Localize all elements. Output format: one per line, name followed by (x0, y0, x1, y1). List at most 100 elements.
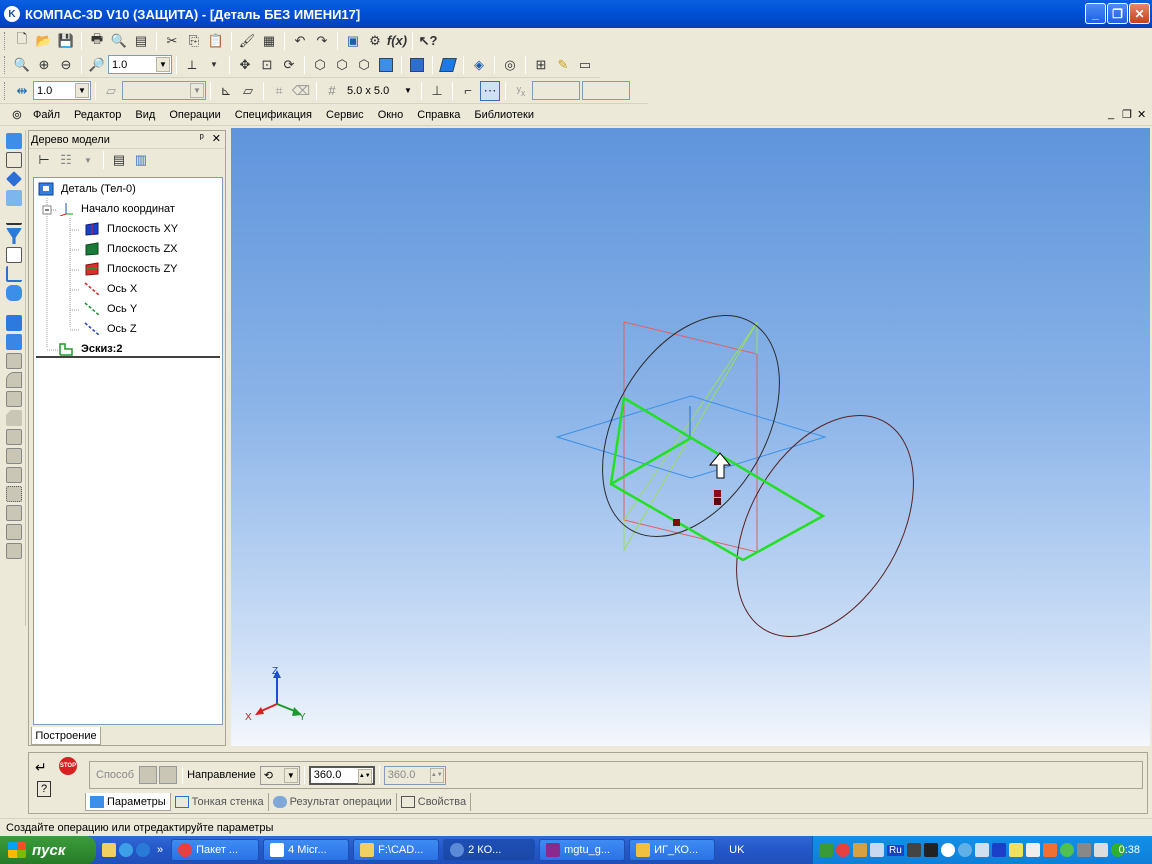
library-icon[interactable]: ⚙ (365, 31, 385, 51)
variables-fx-icon[interactable]: f(x) (387, 31, 407, 51)
menu-service[interactable]: Сервис (326, 109, 364, 121)
rotate-icon[interactable]: ⟳ (279, 55, 299, 75)
taskbar-button-6[interactable]: ИГ_КО... (629, 839, 716, 861)
filter-icon[interactable] (6, 228, 22, 244)
perspective-icon[interactable] (438, 55, 458, 75)
taskbar-button-3[interactable]: F:\CAD... (353, 839, 440, 861)
fillet-icon[interactable] (6, 372, 22, 388)
document-manager-icon[interactable]: ▤ (131, 31, 151, 51)
thin-hidden-lines-icon[interactable]: ⬡ (354, 55, 374, 75)
step-combo[interactable]: 1.0 ▼ (33, 81, 91, 100)
chamfer-icon[interactable] (6, 410, 22, 426)
tab-properties[interactable]: Свойства (397, 793, 472, 811)
cut-extrude-icon[interactable] (6, 353, 22, 369)
direction-combo[interactable]: ⟲ ▼ (259, 765, 300, 785)
tree-node-part[interactable]: Деталь (Тел-0) (38, 180, 136, 198)
hidden-lines-icon[interactable]: ⬡ (332, 55, 352, 75)
chevron-down-icon[interactable]: ▼ (156, 57, 170, 72)
specification-icon[interactable] (6, 247, 22, 263)
tab-operation-result[interactable]: Результат операции (269, 793, 397, 811)
zoom-in-icon[interactable]: ⊕ (34, 55, 54, 75)
rib-icon[interactable] (6, 448, 22, 464)
tree-node-plane-zx[interactable]: Плоскость ZX (84, 240, 178, 258)
plane-icon[interactable]: ▱ (238, 81, 258, 101)
mirror-icon[interactable] (6, 505, 22, 521)
tree-node-sketch[interactable]: Эскиз:2 (58, 340, 122, 358)
format-brush-icon[interactable]: 🖌 (237, 31, 257, 51)
chevron-down-icon[interactable]: ▼ (283, 767, 298, 783)
start-button[interactable]: пуск (0, 836, 96, 864)
edit-details-icon[interactable] (6, 133, 22, 149)
show-all-icon[interactable]: ⊡ (257, 55, 277, 75)
line-style-icon[interactable]: ⌐ (458, 81, 478, 101)
doc-minimize-button[interactable]: _ (1108, 108, 1114, 120)
spline-icon[interactable] (6, 152, 22, 168)
local-cs-icon[interactable]: ⊾ (216, 81, 236, 101)
dropdown-arrow-icon[interactable]: ▼ (204, 55, 224, 75)
measure-icon[interactable] (6, 266, 22, 282)
tray-app-icon[interactable] (853, 843, 867, 857)
doc-restore-button[interactable]: ❐ (1122, 108, 1132, 121)
snap-grid-icon[interactable]: ⋯ (480, 80, 500, 101)
tray-app-icon[interactable] (870, 843, 884, 857)
revolve-icon[interactable] (6, 334, 22, 350)
aux-geometry-icon[interactable] (6, 171, 22, 187)
tray-app-icon[interactable] (923, 843, 938, 857)
tray-app-icon[interactable] (957, 843, 972, 857)
ortho-icon[interactable]: ⊥ (427, 81, 447, 101)
toolbar-grip[interactable] (4, 81, 7, 100)
tree-node-axis-x[interactable]: Ось X (84, 280, 137, 298)
tray-language-ru[interactable]: Ru (887, 844, 904, 856)
tray-app-icon[interactable] (1059, 843, 1074, 857)
speaker-icon[interactable] (1093, 843, 1108, 857)
tab-parameters[interactable]: Параметры (85, 793, 171, 811)
sketch-icon[interactable] (6, 209, 22, 225)
tray-app-icon[interactable] (1008, 843, 1023, 857)
menu-file[interactable]: Файл (33, 109, 60, 121)
draft-icon[interactable] (6, 467, 22, 483)
quicklaunch-ie-icon[interactable] (136, 843, 150, 857)
kompas-app-icon[interactable]: K (4, 6, 20, 22)
print-icon[interactable]: 🖶 (87, 31, 107, 51)
taskbar-button-1[interactable]: Пакет ... (171, 839, 260, 861)
save-icon[interactable]: 💾 (56, 31, 76, 51)
zoom-combo[interactable]: 1.0 ▼ (108, 55, 172, 74)
hand-icon[interactable] (6, 285, 22, 301)
tree-view-mode-icon[interactable]: ☷ (56, 150, 76, 170)
close-button[interactable]: ✕ (1129, 3, 1150, 24)
cut-icon[interactable]: ✂ (162, 31, 182, 51)
copy-icon[interactable]: ⎘ (184, 31, 204, 51)
tray-app-icon[interactable] (974, 843, 989, 857)
tray-gear-icon[interactable] (819, 843, 833, 857)
tab-thin-wall[interactable]: Тонкая стенка (171, 793, 269, 811)
tray-app-icon[interactable] (1025, 843, 1040, 857)
eraser-icon[interactable]: ⌫ (291, 81, 311, 101)
help-pointer-icon[interactable]: ↖? (418, 31, 438, 51)
taskbar-button-4[interactable]: 2 КО... (443, 839, 536, 861)
menu-libraries[interactable]: Библиотеки (474, 109, 534, 121)
zoom-scale-icon[interactable]: 🔎 (87, 55, 107, 75)
shell-icon[interactable] (6, 429, 22, 445)
split-icon[interactable] (6, 524, 22, 540)
tray-app-icon[interactable] (906, 843, 921, 857)
paste-icon[interactable]: 📋 (206, 31, 226, 51)
pencil-icon[interactable]: ✎ (553, 55, 573, 75)
menu-help[interactable]: Справка (417, 109, 460, 121)
menu-window[interactable]: Окно (378, 109, 404, 121)
quicklaunch-desktop-icon[interactable] (119, 843, 133, 857)
tray-stop-icon[interactable] (836, 843, 850, 857)
tray-app-icon[interactable] (940, 843, 955, 857)
tray-network-icon[interactable] (1076, 843, 1091, 857)
measure-icon[interactable]: ◎ (500, 55, 520, 75)
angle-1-input[interactable]: 360.0 ▲▼ (308, 765, 375, 785)
zoom-window-icon[interactable]: 🔍 (12, 55, 32, 75)
tree-structure-icon[interactable]: ⊢ (34, 150, 54, 170)
scene-graphics[interactable]: Z X Y (231, 128, 1150, 746)
array-icon[interactable] (6, 486, 22, 502)
tree-node-axis-y[interactable]: Ось Y (84, 300, 137, 318)
stop-icon[interactable]: STOP (59, 757, 77, 775)
orientation-icon[interactable]: ⟂ (182, 55, 202, 75)
properties-icon[interactable]: ▦ (259, 31, 279, 51)
extrude-icon[interactable] (6, 315, 22, 331)
close-panel-button[interactable]: ✕ (212, 132, 221, 145)
